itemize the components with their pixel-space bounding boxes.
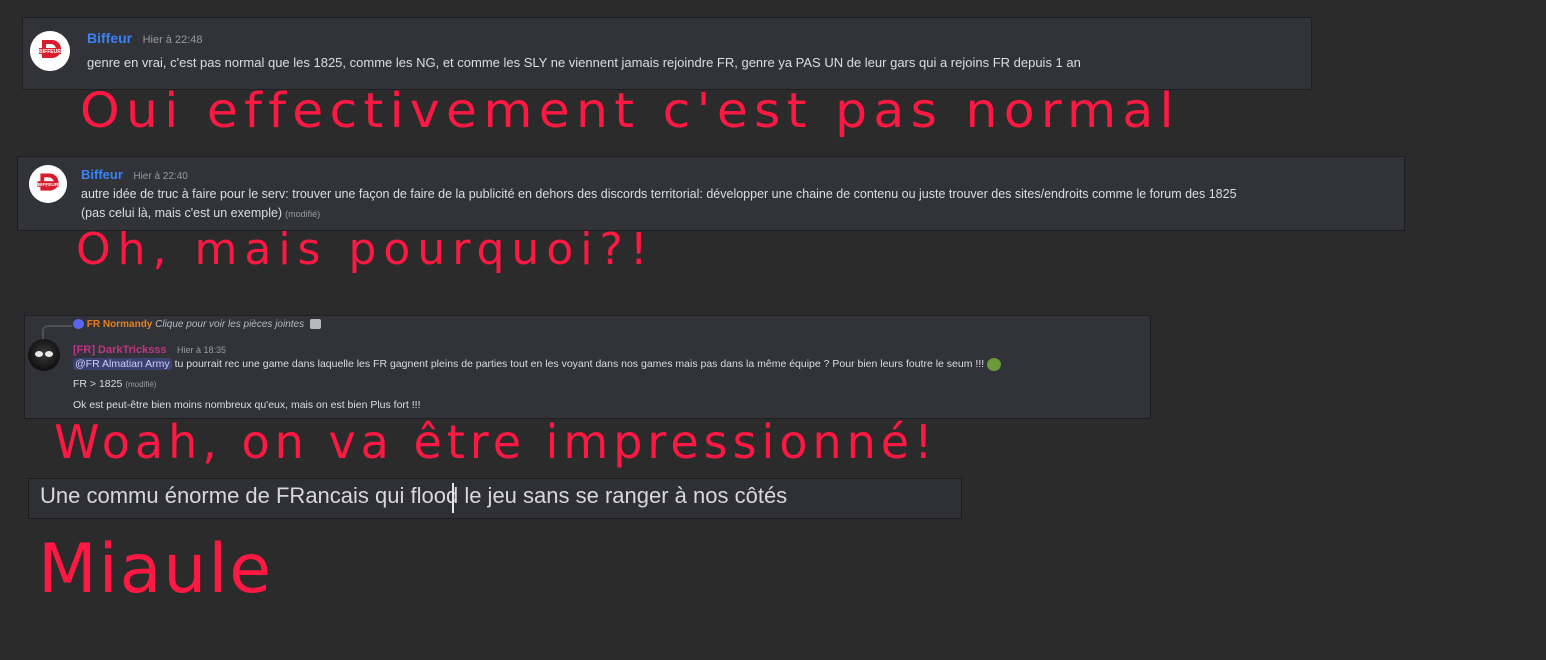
message-line-2-text: (pas celui là, mais c'est un exemple) <box>81 206 283 220</box>
message-1: BIFFEUR Biffeur Hier à 22:48 genre en vr… <box>22 17 1312 90</box>
edited-label: (modifié) <box>285 209 321 219</box>
emoji-icon <box>987 357 1002 371</box>
biffeur-logo-icon: BIFFEUR <box>29 165 67 203</box>
message-3: FR Normandy Clique pour voir les pièces … <box>24 315 1151 419</box>
message-line-2: (pas celui là, mais c'est un exemple) (mo… <box>81 204 1237 224</box>
message-line-2: FR > 1825 (modifié) <box>73 374 1001 395</box>
reply-tag: FR <box>86 319 101 330</box>
message-content: autre idée de truc à faire pour le serv:… <box>81 185 1237 224</box>
annotation-3: Woah, on va être impressionné! <box>54 415 938 469</box>
reply-author: Normandy <box>102 319 153 330</box>
biffeur-avatar[interactable]: BIFFEUR <box>30 31 70 71</box>
text-cursor-icon <box>452 483 454 513</box>
reply-preview[interactable]: FR Normandy Clique pour voir les pièces … <box>73 319 321 330</box>
biffeur-avatar[interactable]: BIFFEUR <box>29 165 67 203</box>
message-author[interactable]: Biffeur <box>81 167 123 182</box>
image-icon <box>309 319 321 330</box>
message-author[interactable]: Biffeur <box>87 30 132 46</box>
message-line-1-text: tu pourrait rec une game dans laquelle l… <box>171 358 985 370</box>
quoted-text-box: Une commu énorme de FRancais qui flood l… <box>28 478 962 519</box>
message-timestamp: Hier à 22:40 <box>133 171 188 182</box>
message-content: genre en vrai, c'est pas normal que les … <box>87 55 1081 70</box>
message-2: BIFFEUR Biffeur Hier à 22:40 autre idée … <box>17 156 1405 231</box>
avatar-face-icon <box>35 351 53 357</box>
message-line-2-text: FR > 1825 <box>73 378 123 390</box>
edited-label: (modifié) <box>125 380 157 389</box>
biffeur-logo-icon: BIFFEUR <box>30 31 70 71</box>
annotation-1: Oui effectivement c'est pas normal <box>80 83 1180 139</box>
message-line-1: @FR Almatian Army tu pourrait rec une ga… <box>73 354 1002 374</box>
reply-text: Clique pour voir les pièces jointes <box>155 319 305 330</box>
svg-text:BIFFEUR: BIFFEUR <box>38 182 59 188</box>
annotation-2: Oh, mais pourquoi?! <box>76 224 655 275</box>
svg-text:BIFFEUR: BIFFEUR <box>39 49 61 55</box>
message-timestamp: Hier à 22:48 <box>142 34 203 46</box>
quoted-text: Une commu énorme de FRancais qui flood l… <box>40 483 788 508</box>
message-content: @FR Almatian Army tu pourrait rec une ga… <box>73 354 1002 415</box>
role-mention[interactable]: @FR Almatian Army <box>73 358 172 370</box>
darktricks-avatar[interactable] <box>28 339 60 371</box>
message-line-1: autre idée de truc à faire pour le serv:… <box>81 187 1237 201</box>
reply-avatar-icon <box>73 319 84 330</box>
message-line-3: Ok est peut-être bien moins nombreux qu'… <box>73 399 421 411</box>
annotation-4: Miaule <box>38 530 274 609</box>
